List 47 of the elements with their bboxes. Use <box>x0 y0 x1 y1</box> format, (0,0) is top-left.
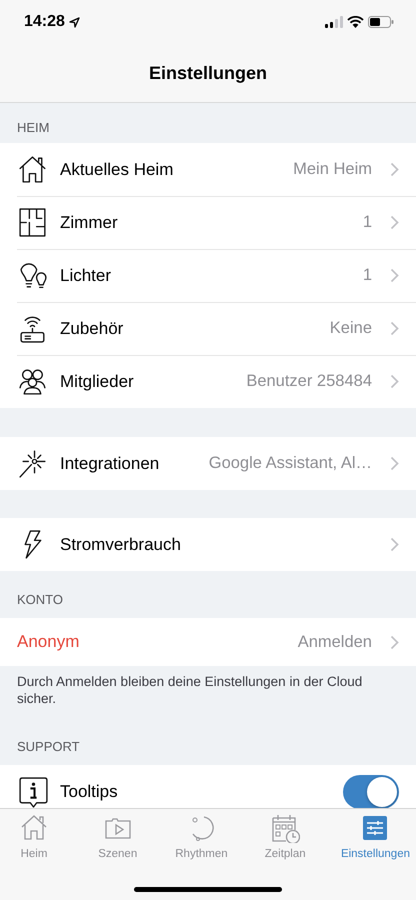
wifi-icon <box>347 16 364 28</box>
chevron-icon <box>390 162 399 177</box>
row-label: Zimmer <box>60 212 118 234</box>
chevron-icon <box>390 537 399 552</box>
settings-row[interactable]: Zimmer 1 <box>0 196 416 249</box>
settings-row[interactable]: Stromverbrauch <box>0 518 416 571</box>
row-label: Aktuelles Heim <box>60 158 174 181</box>
chevron-icon <box>390 634 399 650</box>
tab[interactable]: Einstellungen <box>338 813 412 864</box>
row-label: Mitglieder <box>60 370 134 393</box>
row-label: Lichter <box>60 264 112 287</box>
row-value: Benutzer 258484 <box>246 371 372 392</box>
row-value: Keine <box>330 318 372 340</box>
row-value: 1 <box>362 265 372 286</box>
chevron-icon <box>390 268 399 283</box>
status-time: 14:28 <box>24 12 65 32</box>
row-label: Integrationen <box>60 452 160 475</box>
row-value: 1 <box>362 212 372 234</box>
section-header: KONTO <box>17 590 63 608</box>
row-value: Mein Heim <box>293 159 372 180</box>
battery-icon <box>368 16 394 28</box>
row-label: Tooltips <box>60 780 118 803</box>
section-header: SUPPORT <box>17 738 80 756</box>
settings-row[interactable]: Tooltips <box>0 765 416 808</box>
chevron-icon <box>390 321 399 336</box>
settings-row[interactable]: Zubehör Keine <box>0 302 416 355</box>
settings-row[interactable]: Anonym Anmelden <box>0 618 416 666</box>
chevron-icon <box>390 374 399 389</box>
row-value: Google Assistant, Al… <box>208 453 372 474</box>
settings-row[interactable]: Lichter 1 <box>0 249 416 302</box>
chevron-icon <box>390 215 399 230</box>
settings-row[interactable]: Integrationen Google Assistant, Al… <box>0 437 416 490</box>
row-value: Anmelden <box>298 632 372 653</box>
section-header: HEIM <box>17 118 50 136</box>
row-label: Stromverbrauch <box>60 534 181 556</box>
row-label: Zubehör <box>60 318 124 340</box>
section-footer: Durch Anmelden bleiben deine Einstellungen in der Cloud sicher. <box>17 674 362 706</box>
calendar-clock-icon <box>270 813 300 843</box>
row-label: Anonym <box>17 631 80 654</box>
chevron-icon <box>390 456 399 471</box>
toggle-switch[interactable] <box>343 774 399 808</box>
info-bubble-icon <box>17 775 50 808</box>
page-title: Einstellungen <box>148 62 267 85</box>
location-arrow-icon <box>68 16 80 28</box>
signal-icon <box>325 16 343 28</box>
settings-row[interactable]: Aktuelles Heim Mein Heim <box>0 143 416 196</box>
settings-row[interactable]: Mitglieder Benutzer 258484 <box>0 355 416 408</box>
